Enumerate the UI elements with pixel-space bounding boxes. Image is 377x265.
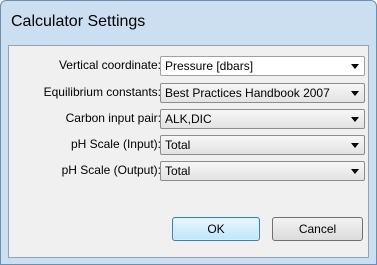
ph-scale-input-label: pH Scale (Input): bbox=[70, 137, 161, 151]
ph-scale-output-value: Total bbox=[165, 164, 191, 178]
chevron-down-icon bbox=[351, 64, 359, 69]
vertical-coordinate-row: Vertical coordinate: Pressure [dbars] bbox=[9, 56, 368, 76]
dialog-body: Vertical coordinate: Pressure [dbars] Eq… bbox=[8, 45, 369, 258]
equilibrium-constants-row: Equilibrium constants: Best Practices Ha… bbox=[9, 83, 368, 103]
carbon-input-pair-label: Carbon input pair: bbox=[65, 111, 161, 125]
chevron-down-icon bbox=[351, 117, 359, 122]
equilibrium-constants-value: Best Practices Handbook 2007 bbox=[165, 86, 330, 100]
ph-scale-input-row: pH Scale (Input): Total bbox=[9, 135, 368, 155]
dialog-title: Calculator Settings bbox=[11, 13, 146, 30]
title-bar[interactable]: Calculator Settings bbox=[1, 1, 376, 45]
equilibrium-constants-select[interactable]: Best Practices Handbook 2007 bbox=[160, 83, 365, 103]
ok-button[interactable]: OK bbox=[172, 217, 260, 241]
vertical-coordinate-value: Pressure [dbars] bbox=[165, 59, 254, 73]
vertical-coordinate-select[interactable]: Pressure [dbars] bbox=[160, 56, 365, 76]
chevron-down-icon bbox=[351, 143, 359, 148]
chevron-down-icon bbox=[351, 169, 359, 174]
vertical-coordinate-label: Vertical coordinate: bbox=[58, 58, 161, 72]
settings-dialog: Calculator Settings Vertical coordinate:… bbox=[0, 0, 377, 265]
carbon-input-pair-row: Carbon input pair: ALK,DIC bbox=[9, 109, 368, 129]
ph-scale-output-row: pH Scale (Output): Total bbox=[9, 161, 368, 181]
equilibrium-constants-label: Equilibrium constants: bbox=[43, 85, 161, 99]
ph-scale-input-value: Total bbox=[165, 138, 191, 152]
chevron-down-icon bbox=[351, 91, 359, 96]
cancel-button[interactable]: Cancel bbox=[272, 217, 363, 241]
ph-scale-output-label: pH Scale (Output): bbox=[61, 163, 161, 177]
ph-scale-output-select[interactable]: Total bbox=[160, 161, 365, 181]
ph-scale-input-select[interactable]: Total bbox=[160, 135, 365, 155]
carbon-input-pair-value: ALK,DIC bbox=[165, 112, 212, 126]
carbon-input-pair-select[interactable]: ALK,DIC bbox=[160, 109, 365, 129]
